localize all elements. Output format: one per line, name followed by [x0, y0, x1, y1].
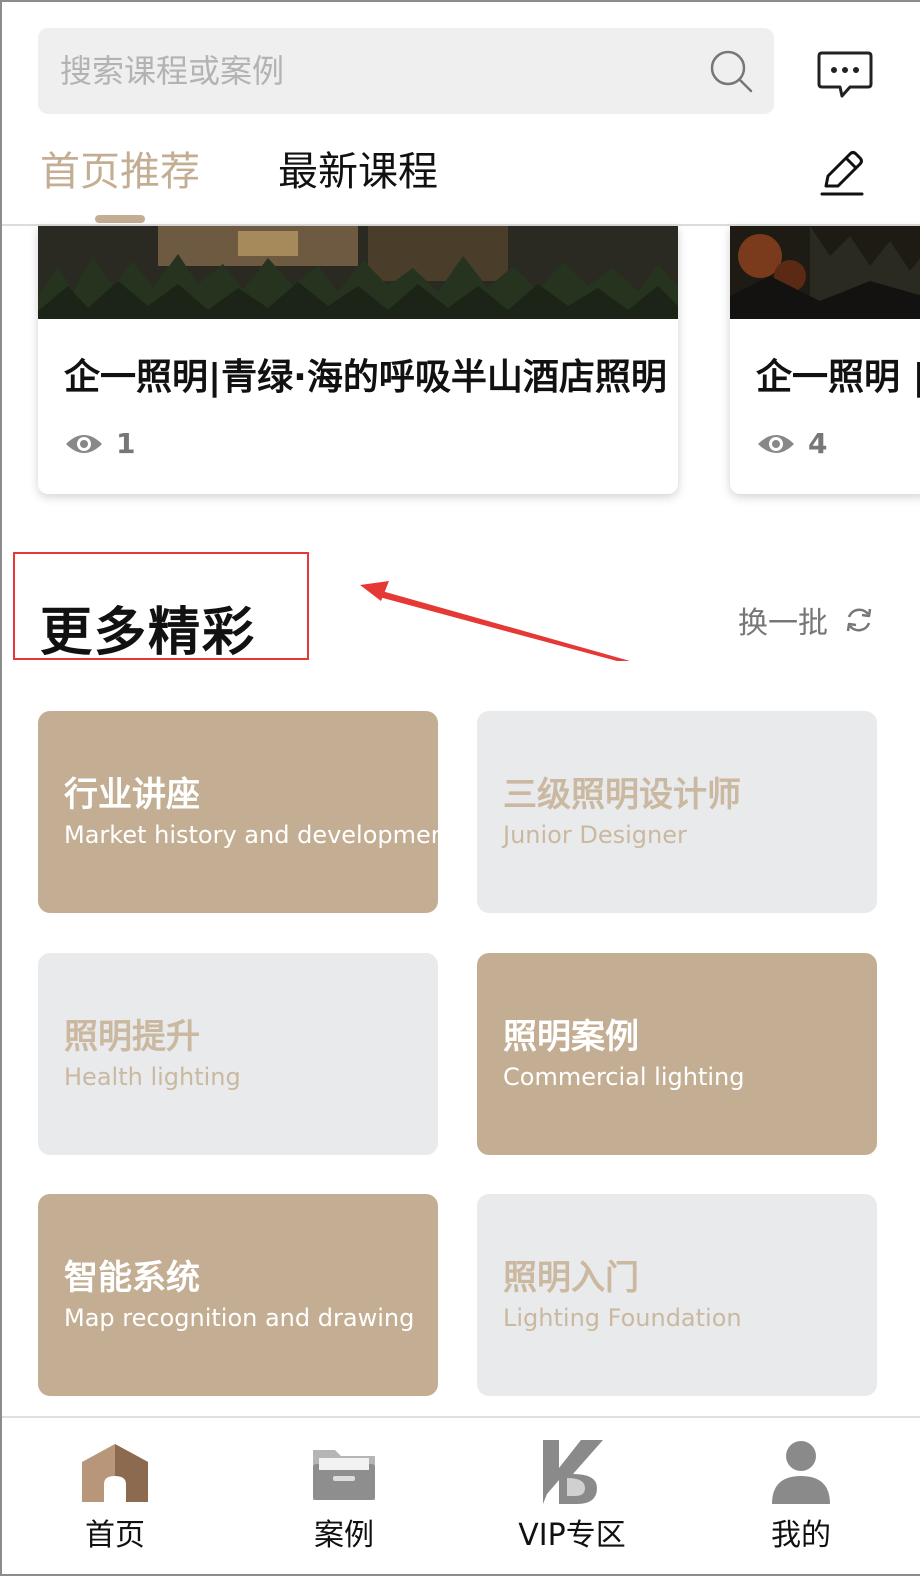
category-title: 照明入门	[503, 1258, 639, 1298]
case-thumbnail	[730, 226, 920, 319]
nav-item-vip[interactable]: VIP专区	[457, 1418, 687, 1576]
refresh-icon	[846, 608, 872, 632]
category-card-junior-designer[interactable]: 三级照明设计师 Junior Designer	[477, 711, 877, 913]
category-card-lighting-upgrade[interactable]: 照明提升 Health lighting	[38, 953, 438, 1155]
nav-label: 我的	[771, 1518, 831, 1553]
category-subtitle: Market history and development	[64, 821, 438, 849]
nav-label: 首页	[85, 1518, 145, 1553]
view-count: 4	[808, 427, 828, 460]
category-subtitle: Map recognition and drawing	[64, 1304, 415, 1332]
search-icon[interactable]	[708, 48, 754, 94]
category-card-smart-system[interactable]: 智能系统 Map recognition and drawing	[38, 1194, 438, 1396]
message-icon[interactable]	[816, 50, 874, 100]
eye-icon	[66, 435, 102, 453]
home-icon	[82, 1444, 148, 1502]
tab-latest-courses[interactable]: 最新课程	[278, 146, 438, 198]
category-card-industry-lecture[interactable]: 行业讲座 Market history and development	[38, 711, 438, 913]
nav-item-mine[interactable]: 我的	[686, 1418, 916, 1576]
category-card-lighting-cases[interactable]: 照明案例 Commercial lighting	[477, 953, 877, 1155]
category-subtitle: Commercial lighting	[503, 1063, 745, 1091]
vip-k-logo-icon	[543, 1440, 603, 1504]
search-placeholder: 搜索课程或案例	[60, 52, 285, 90]
edit-icon[interactable]	[818, 148, 866, 198]
case-title: 企一照明 |	[756, 357, 920, 398]
search-input[interactable]: 搜索课程或案例	[38, 28, 774, 114]
category-subtitle: Health lighting	[64, 1063, 241, 1091]
category-title: 行业讲座	[64, 775, 200, 815]
category-title: 照明案例	[503, 1017, 639, 1057]
eye-icon	[758, 435, 794, 453]
annotation-arrow	[360, 581, 630, 661]
view-count: 1	[116, 427, 136, 460]
case-title: 企一照明|青绿·海的呼吸半山酒店照明	[64, 357, 667, 398]
nav-label: 案例	[314, 1518, 374, 1553]
case-thumbnail	[38, 226, 678, 319]
category-card-lighting-intro[interactable]: 照明入门 Lighting Foundation	[477, 1194, 877, 1396]
category-title: 智能系统	[64, 1258, 200, 1298]
tab-home-recommend[interactable]: 首页推荐	[40, 146, 200, 198]
refresh-label: 换一批	[738, 606, 828, 641]
annotation-highlight-box	[13, 552, 309, 660]
tab-active-indicator	[95, 215, 145, 223]
nav-item-home[interactable]: 首页	[0, 1418, 230, 1576]
user-icon	[772, 1441, 830, 1504]
category-subtitle: Lighting Foundation	[503, 1304, 742, 1332]
refresh-button[interactable]: 换一批	[738, 600, 874, 641]
category-subtitle: Junior Designer	[503, 821, 687, 849]
folder-icon	[313, 1450, 375, 1500]
category-title: 三级照明设计师	[503, 775, 741, 815]
nav-label: VIP专区	[518, 1518, 626, 1553]
category-title: 照明提升	[64, 1017, 200, 1057]
nav-item-cases[interactable]: 案例	[229, 1418, 459, 1576]
